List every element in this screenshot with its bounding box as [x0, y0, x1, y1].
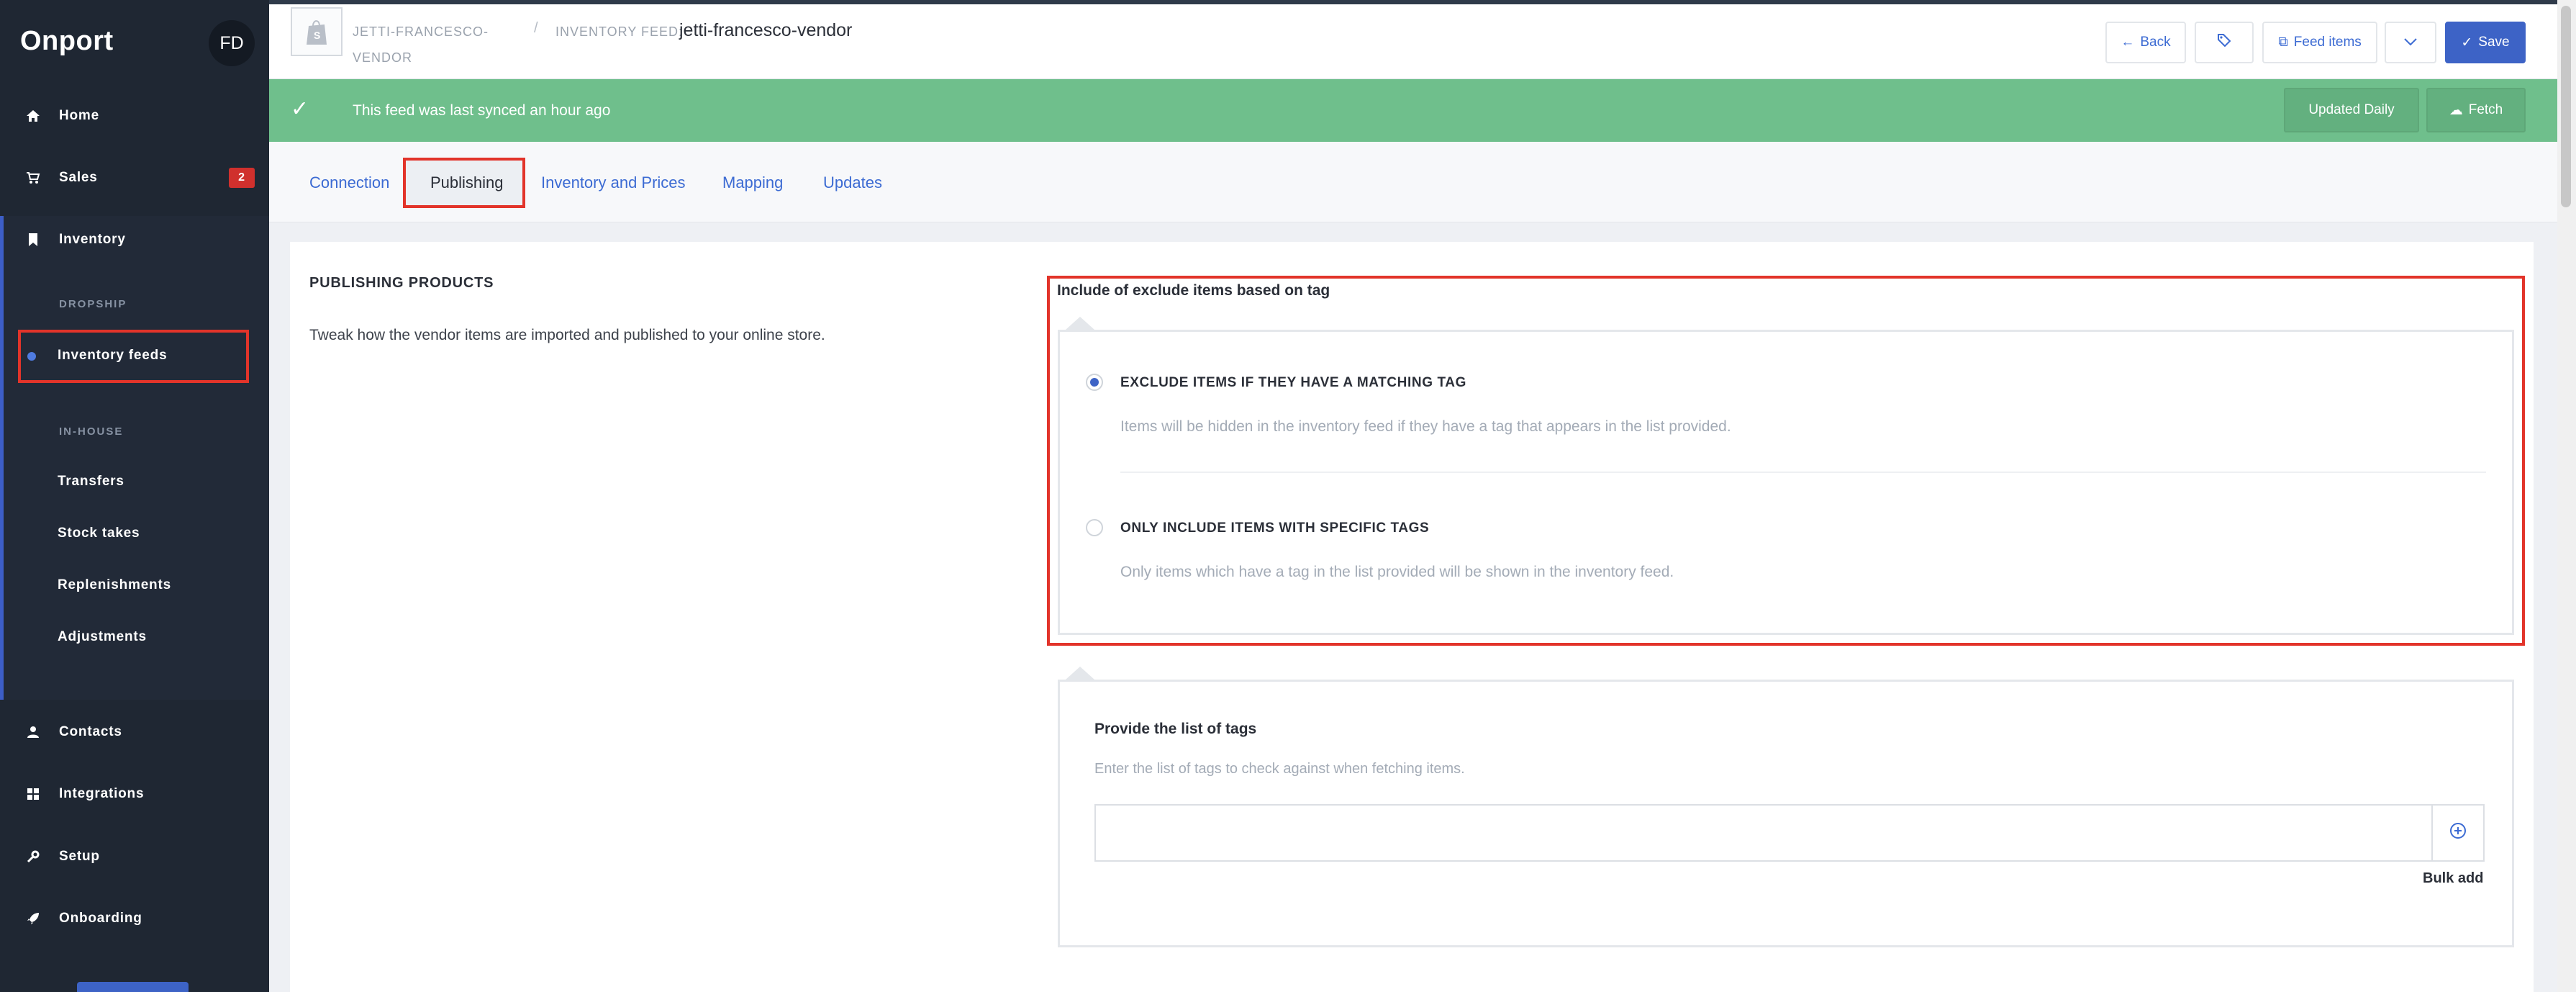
bookmark-icon	[23, 230, 43, 250]
cart-icon	[23, 168, 43, 188]
tags-title: Provide the list of tags	[1094, 721, 1257, 737]
sidebar: Onport FD Home Sales 2 Inventory DROPSHI…	[0, 0, 269, 992]
brand-logo[interactable]: Onport	[20, 26, 114, 57]
exclude-option-title[interactable]: EXCLUDE ITEMS IF THEY HAVE A MATCHING TA…	[1120, 375, 1466, 391]
active-indicator-dot	[27, 352, 36, 361]
sidebar-item-label: Inventory	[59, 232, 126, 247]
save-button[interactable]: ✓ Save	[2445, 22, 2526, 63]
sidebar-item-transfers[interactable]: Transfers	[58, 474, 124, 490]
update-schedule-button[interactable]: Updated Daily	[2284, 88, 2419, 132]
home-icon	[23, 106, 43, 126]
include-radio[interactable]	[1086, 519, 1103, 536]
sidebar-item-contacts[interactable]: Contacts	[0, 711, 269, 754]
tags-description: Enter the list of tags to check against …	[1094, 761, 1465, 777]
svg-text:S: S	[314, 30, 320, 41]
tab-updates[interactable]: Updates	[823, 173, 882, 192]
tags-input[interactable]	[1094, 804, 2433, 862]
page-header: S JETTI-FRANCESCO-VENDOR / INVENTORY FEE…	[269, 0, 2576, 79]
person-icon	[23, 722, 43, 742]
fetch-button[interactable]: ☁ Fetch	[2426, 88, 2526, 132]
page-scrollbar[interactable]	[2557, 0, 2576, 992]
sidebar-item-label: Sales	[59, 170, 98, 185]
tab-inventory-and-prices[interactable]: Inventory and Prices	[541, 173, 686, 192]
bulk-add-link[interactable]: Bulk add	[2423, 870, 2483, 887]
exclude-radio[interactable]	[1086, 374, 1103, 391]
check-icon: ✓	[291, 97, 309, 121]
plus-circle-icon	[2449, 822, 2467, 844]
check-icon: ✓	[2461, 35, 2473, 50]
sidebar-item-sales[interactable]: Sales 2	[0, 156, 269, 199]
rocket-icon	[23, 908, 43, 929]
sidebar-bottom-button[interactable]	[77, 982, 189, 992]
add-tag-button[interactable]	[2431, 804, 2485, 862]
tag-button[interactable]	[2195, 22, 2254, 63]
more-dropdown-button[interactable]	[2385, 22, 2436, 63]
back-button[interactable]: ← Back	[2105, 22, 2186, 63]
chevron-down-icon	[2403, 35, 2418, 50]
tags-panel: Provide the list of tags Enter the list …	[1058, 680, 2514, 947]
sync-message: This feed was last synced an hour ago	[353, 102, 611, 119]
feed-items-button[interactable]: ⧉ Feed items	[2262, 22, 2377, 63]
sidebar-item-integrations[interactable]: Integrations	[0, 772, 269, 816]
panel-pointer	[1066, 317, 1094, 330]
section-title: PUBLISHING PRODUCTS	[309, 275, 494, 291]
page-title: jetti-francesco-vendor	[679, 20, 853, 40]
cloud-icon: ☁	[2449, 102, 2463, 118]
arrow-left-icon: ←	[2121, 35, 2135, 50]
sidebar-item-setup[interactable]: Setup	[0, 835, 269, 878]
include-option-title[interactable]: ONLY INCLUDE ITEMS WITH SPECIFIC TAGS	[1120, 520, 1429, 536]
breadcrumb-separator: /	[534, 20, 538, 36]
sidebar-item-replenishments[interactable]: Replenishments	[58, 577, 171, 593]
panel-pointer	[1066, 667, 1094, 680]
sidebar-item-home[interactable]: Home	[0, 94, 269, 137]
sidebar-item-label: Onboarding	[59, 911, 142, 926]
tab-connection[interactable]: Connection	[309, 173, 389, 192]
sidebar-item-label: Home	[59, 108, 99, 123]
sidebar-item-label: Integrations	[59, 786, 145, 801]
section-description: Tweak how the vendor items are imported …	[309, 327, 825, 343]
sidebar-item-label: Contacts	[59, 724, 122, 739]
inhouse-heading: IN-HOUSE	[59, 425, 124, 438]
tab-publishing[interactable]: Publishing	[430, 173, 504, 192]
sync-status-alert: ✓ This feed was last synced an hour ago …	[269, 79, 2557, 142]
include-option-description: Only items which have a tag in the list …	[1120, 564, 1674, 580]
inventory-section	[0, 216, 269, 700]
sidebar-item-adjustments[interactable]: Adjustments	[58, 629, 147, 645]
tab-mapping[interactable]: Mapping	[722, 173, 783, 192]
sidebar-item-label: Setup	[59, 849, 100, 864]
wrench-icon	[23, 847, 43, 867]
sidebar-item-inventory-feeds[interactable]: Inventory feeds	[58, 348, 167, 364]
divider	[1120, 472, 2486, 473]
exclude-option-description: Items will be hidden in the inventory fe…	[1120, 418, 1731, 435]
tag-icon	[2217, 33, 2231, 52]
scrollbar-thumb[interactable]	[2561, 6, 2571, 207]
grid-icon	[23, 784, 43, 804]
publishing-card: PUBLISHING PRODUCTS Tweak how the vendor…	[290, 242, 2534, 992]
tab-bar: Connection Publishing Inventory and Pric…	[269, 142, 2557, 222]
tag-filter-options: EXCLUDE ITEMS IF THEY HAVE A MATCHING TA…	[1058, 330, 2514, 635]
sidebar-item-stock-takes[interactable]: Stock takes	[58, 526, 140, 541]
sales-count-badge: 2	[229, 168, 255, 188]
external-link-icon: ⧉	[2278, 35, 2288, 50]
dropship-heading: DROPSHIP	[59, 298, 127, 310]
sidebar-item-inventory[interactable]: Inventory	[0, 218, 269, 261]
sidebar-item-onboarding[interactable]: Onboarding	[0, 897, 269, 940]
user-avatar[interactable]: FD	[209, 20, 255, 66]
vendor-breadcrumb[interactable]: JETTI-FRANCESCO-VENDOR	[353, 19, 511, 71]
inventory-feed-label: INVENTORY FEED:	[555, 24, 684, 39]
shopify-bag-icon: S	[291, 7, 343, 56]
